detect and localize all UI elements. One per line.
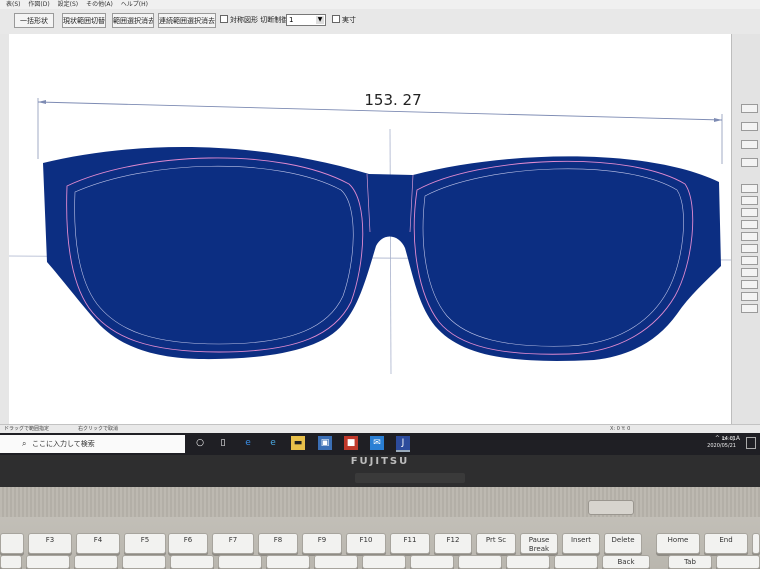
key-row2[interactable]: [554, 555, 598, 569]
key-row2[interactable]: [218, 555, 262, 569]
key-row2[interactable]: [362, 555, 406, 569]
search-icon: ⌕: [22, 439, 27, 448]
taskbar-clock[interactable]: 14:01 2020/05/21: [707, 436, 736, 450]
key-f6[interactable]: F6: [168, 533, 208, 554]
mail-icon[interactable]: ✉: [370, 436, 384, 450]
laptop-hinge: [355, 473, 465, 483]
monitor-screen: 表(S) 作図(D) 設定(S) その他(A) ヘルプ(H) 一括形状 現状範囲…: [0, 0, 760, 455]
right-tool-panel: [731, 34, 760, 424]
symmetry-checkbox-label: 対称図形 切断制御: [230, 16, 289, 24]
key-edge[interactable]: [752, 533, 760, 554]
vertical-guide-line: [389, 128, 392, 375]
key-pause-break[interactable]: Pause Break: [520, 533, 558, 554]
key-row2[interactable]: [74, 555, 118, 569]
power-button[interactable]: [588, 500, 634, 515]
cut-control-select[interactable]: 1 ▼: [286, 14, 326, 26]
bulk-shape-button[interactable]: 一括形状: [14, 13, 54, 28]
key-end[interactable]: End: [704, 533, 748, 554]
tool-button[interactable]: [741, 256, 758, 265]
symmetry-checkbox[interactable]: [220, 15, 228, 23]
menu-item-table[interactable]: 表(S): [6, 0, 21, 9]
cut-control-select-value: 1: [289, 16, 294, 24]
key-row2[interactable]: [314, 555, 358, 569]
drawing-canvas[interactable]: 153. 27: [8, 34, 732, 424]
key-f2[interactable]: [0, 533, 24, 554]
key-backspace[interactable]: Back: [602, 555, 650, 569]
key-delete[interactable]: Delete: [604, 533, 642, 554]
tool-button[interactable]: [741, 280, 758, 289]
menu-item-help[interactable]: ヘルプ(H): [121, 0, 148, 9]
notification-icon[interactable]: [746, 437, 756, 449]
clear-range-button[interactable]: 範囲選択消去: [112, 13, 154, 28]
clock-time: 14:01: [721, 436, 736, 442]
tool-button[interactable]: [741, 140, 758, 149]
key-home[interactable]: Home: [656, 533, 700, 554]
key-row2[interactable]: [0, 555, 22, 569]
tool-button[interactable]: [741, 304, 758, 313]
clear-continuous-range-button[interactable]: 連続範囲選択消去: [158, 13, 216, 28]
key-f9[interactable]: F9: [302, 533, 342, 554]
menu-item-other[interactable]: その他(A): [86, 0, 113, 9]
key-f8[interactable]: F8: [258, 533, 298, 554]
laptop-brand-logo: FUJITSU: [350, 456, 410, 467]
file-explorer-icon[interactable]: ▬: [291, 436, 305, 450]
tool-button[interactable]: [741, 122, 758, 131]
key-row2[interactable]: [716, 555, 760, 569]
glasses-drawing: 153. 27: [8, 91, 732, 375]
dimension-arrow-left: [38, 100, 46, 104]
key-tab[interactable]: Tab: [668, 555, 712, 569]
key-f4[interactable]: F4: [76, 533, 120, 554]
tool-button[interactable]: [741, 220, 758, 229]
internet-explorer-icon[interactable]: e: [266, 436, 280, 450]
key-f11[interactable]: F11: [390, 533, 430, 554]
key-f12[interactable]: F12: [434, 533, 472, 554]
key-row2[interactable]: [410, 555, 454, 569]
cad-app-icon[interactable]: J: [396, 436, 410, 452]
key-row2[interactable]: [458, 555, 502, 569]
chevron-down-icon[interactable]: ▼: [316, 16, 324, 24]
key-row2[interactable]: [26, 555, 70, 569]
speaker-grille: [0, 487, 760, 517]
key-f3[interactable]: F3: [28, 533, 72, 554]
actual-size-checkbox[interactable]: [332, 15, 340, 23]
taskbar-search-box[interactable]: ⌕ ここに入力して検索: [0, 435, 185, 453]
tool-button[interactable]: [741, 208, 758, 217]
glasses-frame[interactable]: [43, 147, 721, 361]
tool-button[interactable]: [741, 158, 758, 167]
key-row2[interactable]: [266, 555, 310, 569]
store-icon[interactable]: ▣: [318, 436, 332, 450]
cortana-icon[interactable]: ○: [193, 436, 207, 450]
key-f7[interactable]: F7: [212, 533, 254, 554]
task-view-icon[interactable]: ▯: [216, 436, 230, 450]
key-row2[interactable]: [122, 555, 166, 569]
key-row2[interactable]: [170, 555, 214, 569]
key-row2[interactable]: [506, 555, 550, 569]
windows-taskbar: ⌕ ここに入力して検索 ○ ▯ e e ▬ ▣ ■ ✉ J ^ ▭ ◁ A 14…: [0, 433, 760, 455]
edge-icon[interactable]: e: [241, 436, 255, 450]
tool-button[interactable]: [741, 268, 758, 277]
dimension-arrow-right: [714, 118, 722, 122]
tool-button[interactable]: [741, 196, 758, 205]
menu-item-draw[interactable]: 作図(D): [28, 0, 49, 9]
key-print-screen[interactable]: Prt Sc: [476, 533, 516, 554]
toggle-range-button[interactable]: 現状範囲切替: [62, 13, 106, 28]
clock-date: 2020/05/21: [707, 443, 736, 449]
key-f10[interactable]: F10: [346, 533, 386, 554]
tool-button[interactable]: [741, 184, 758, 193]
tool-button[interactable]: [741, 244, 758, 253]
tool-button[interactable]: [741, 104, 758, 113]
key-insert[interactable]: Insert: [562, 533, 600, 554]
key-f5[interactable]: F5: [124, 533, 166, 554]
tool-button[interactable]: [741, 232, 758, 241]
tool-button[interactable]: [741, 292, 758, 301]
menu-bar: 表(S) 作図(D) 設定(S) その他(A) ヘルプ(H): [0, 0, 760, 9]
app-icon[interactable]: ■: [344, 436, 358, 450]
toolbar: 一括形状 現状範囲切替 範囲選択消去 連続範囲選択消去 対称図形 切断制御 1 …: [0, 9, 760, 35]
actual-size-checkbox-label: 実寸: [342, 16, 356, 24]
menu-item-settings[interactable]: 設定(S): [58, 0, 79, 9]
search-placeholder: ここに入力して検索: [32, 440, 95, 448]
dimension-value: 153. 27: [364, 91, 421, 109]
